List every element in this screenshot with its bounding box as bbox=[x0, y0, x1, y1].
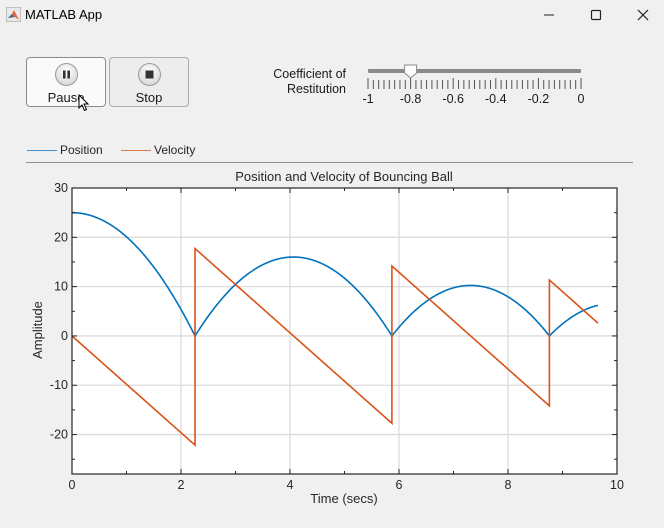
maximize-button[interactable] bbox=[573, 0, 619, 30]
x-tick-label: 10 bbox=[610, 478, 624, 492]
window-title: MATLAB App bbox=[25, 7, 103, 22]
legend-item-position[interactable]: Position bbox=[27, 143, 103, 157]
close-button[interactable] bbox=[620, 0, 664, 30]
y-tick-label: 0 bbox=[61, 329, 68, 343]
legend-label-velocity: Velocity bbox=[154, 143, 196, 157]
pause-button[interactable]: Pause bbox=[26, 57, 106, 107]
slider-label: Coefficient of Restitution bbox=[252, 67, 346, 97]
restitution-slider[interactable]: -1 -0.8 -0.6 -0.4 -0.2 0 bbox=[360, 62, 600, 108]
stop-label: Stop bbox=[135, 90, 163, 105]
matlab-logo-icon bbox=[6, 7, 21, 22]
x-tick-label: 4 bbox=[287, 478, 294, 492]
minimize-icon bbox=[544, 14, 554, 16]
title-bar: MATLAB App bbox=[0, 0, 664, 30]
slider-thumb[interactable] bbox=[404, 64, 418, 79]
legend-item-velocity[interactable]: Velocity bbox=[121, 143, 195, 157]
axes bbox=[72, 188, 617, 474]
y-tick-label: -20 bbox=[50, 428, 68, 442]
close-icon bbox=[637, 9, 649, 21]
x-tick-label: 8 bbox=[505, 478, 512, 492]
slider-label-line2: Restitution bbox=[286, 82, 346, 96]
stop-icon bbox=[138, 63, 161, 86]
slider-tick-label: -0.8 bbox=[400, 92, 422, 106]
y-tick-label: 30 bbox=[54, 181, 68, 195]
maximize-icon bbox=[590, 9, 602, 21]
pause-icon bbox=[55, 63, 78, 86]
slider-tick-label: -0.4 bbox=[485, 92, 507, 106]
x-axis-label: Time (secs) bbox=[310, 491, 377, 506]
y-tick-label: 10 bbox=[54, 280, 68, 294]
y-tick-label: -10 bbox=[50, 378, 68, 392]
legend-label-position: Position bbox=[60, 143, 103, 157]
plot-area[interactable] bbox=[72, 188, 617, 474]
x-tick-label: 2 bbox=[178, 478, 185, 492]
slider-tick-label: -0.2 bbox=[528, 92, 550, 106]
legend-line-velocity bbox=[121, 150, 151, 152]
slider-track[interactable] bbox=[368, 69, 581, 73]
pause-label: Pause bbox=[47, 90, 85, 105]
x-tick-label: 6 bbox=[396, 478, 403, 492]
slider-tick-label: -0.6 bbox=[442, 92, 464, 106]
mouse-cursor-icon bbox=[78, 94, 90, 112]
x-tick-label: 0 bbox=[69, 478, 76, 492]
slider-label-line1: Coefficient of bbox=[273, 67, 346, 81]
stop-button[interactable]: Stop bbox=[109, 57, 189, 107]
y-axis-label: Amplitude bbox=[30, 301, 45, 359]
chart-title: Position and Velocity of Bouncing Ball bbox=[235, 169, 453, 184]
y-tick-label: 20 bbox=[54, 230, 68, 244]
legend-line-position bbox=[27, 150, 57, 152]
bouncing-ball-chart[interactable]: Position and Velocity of Bouncing Ball T… bbox=[0, 160, 664, 520]
slider-tick-label: -1 bbox=[362, 92, 373, 106]
slider-tick-label: 0 bbox=[578, 92, 585, 106]
minimize-button[interactable] bbox=[526, 0, 572, 30]
